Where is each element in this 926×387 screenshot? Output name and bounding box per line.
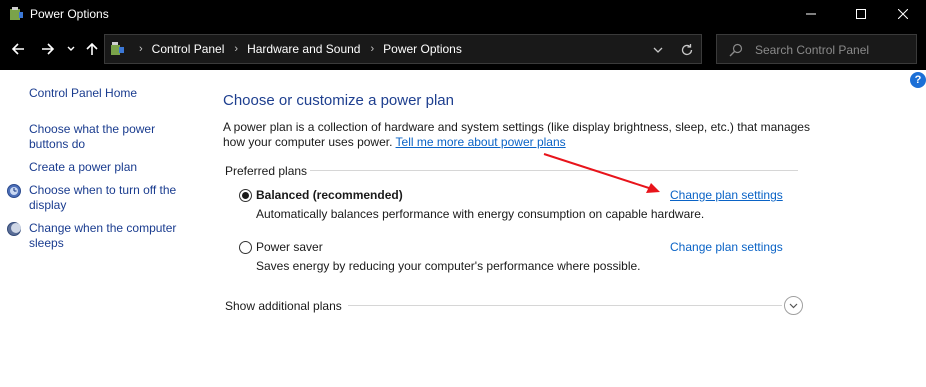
create-power-plan-link[interactable]: Create a power plan xyxy=(29,160,137,175)
expand-additional-plans-button[interactable] xyxy=(784,296,803,315)
control-panel-home-link[interactable]: Control Panel Home xyxy=(29,86,137,101)
annotation-arrow xyxy=(543,153,660,193)
search-box[interactable] xyxy=(716,34,917,64)
balanced-change-settings-link[interactable]: Change plan settings xyxy=(670,188,783,202)
window-title: Power Options xyxy=(30,7,109,21)
divider xyxy=(348,305,782,306)
minimize-button[interactable] xyxy=(788,0,834,28)
page-description: A power plan is a collection of hardware… xyxy=(223,120,823,150)
maximize-button[interactable] xyxy=(838,0,884,28)
chevron-down-icon xyxy=(67,46,75,51)
learn-more-link[interactable]: Tell me more about power plans xyxy=(396,135,566,149)
breadcrumb-separator-icon[interactable]: › xyxy=(139,43,143,55)
balanced-plan-description: Automatically balances performance with … xyxy=(256,207,705,221)
up-button[interactable] xyxy=(81,38,103,60)
refresh-icon[interactable] xyxy=(679,42,695,58)
arrow-up-icon xyxy=(86,42,98,55)
back-button[interactable] xyxy=(7,38,29,60)
close-icon xyxy=(898,9,908,19)
power-buttons-link[interactable]: Choose what the power buttons do xyxy=(29,122,179,152)
sleep-moon-icon xyxy=(7,222,21,236)
minimize-icon xyxy=(806,13,816,15)
breadcrumb-power-options[interactable]: Power Options xyxy=(383,42,462,56)
power-options-icon xyxy=(111,42,124,55)
arrow-right-icon xyxy=(42,43,55,55)
navigation-bar: › Control Panel › Hardware and Sound › P… xyxy=(0,28,926,70)
search-icon xyxy=(729,43,743,57)
title-bar: Power Options xyxy=(0,0,926,28)
page-title: Choose or customize a power plan xyxy=(223,92,454,109)
breadcrumb-separator-icon[interactable]: › xyxy=(370,43,374,55)
arrow-left-icon xyxy=(11,43,24,55)
power-options-icon xyxy=(10,7,23,20)
preferred-plans-label: Preferred plans xyxy=(225,164,308,178)
power-saver-plan-name[interactable]: Power saver xyxy=(256,240,323,254)
power-saver-plan-description: Saves energy by reducing your computer's… xyxy=(256,259,641,273)
close-button[interactable] xyxy=(880,0,926,28)
display-icon xyxy=(7,184,21,198)
forward-button[interactable] xyxy=(37,38,59,60)
breadcrumb: › Control Panel › Hardware and Sound › P… xyxy=(129,42,462,56)
balanced-plan-name[interactable]: Balanced (recommended) xyxy=(256,188,403,202)
search-input[interactable] xyxy=(755,41,911,58)
breadcrumb-control-panel[interactable]: Control Panel xyxy=(152,42,225,56)
turn-off-display-link[interactable]: Choose when to turn off the display xyxy=(29,183,189,213)
balanced-radio[interactable] xyxy=(239,189,252,202)
show-additional-plans-label[interactable]: Show additional plans xyxy=(225,299,342,313)
recent-locations-button[interactable] xyxy=(63,38,79,60)
breadcrumb-separator-icon[interactable]: › xyxy=(234,43,238,55)
maximize-icon xyxy=(856,9,866,19)
chevron-down-icon xyxy=(789,303,798,309)
computer-sleeps-link[interactable]: Change when the computer sleeps xyxy=(29,221,189,251)
address-bar[interactable]: › Control Panel › Hardware and Sound › P… xyxy=(104,34,702,64)
help-icon[interactable]: ? xyxy=(910,72,926,88)
power-saver-change-settings-link[interactable]: Change plan settings xyxy=(670,240,783,254)
power-saver-radio[interactable] xyxy=(239,241,252,254)
chevron-down-icon[interactable] xyxy=(651,43,665,57)
breadcrumb-hardware-and-sound[interactable]: Hardware and Sound xyxy=(247,42,360,56)
